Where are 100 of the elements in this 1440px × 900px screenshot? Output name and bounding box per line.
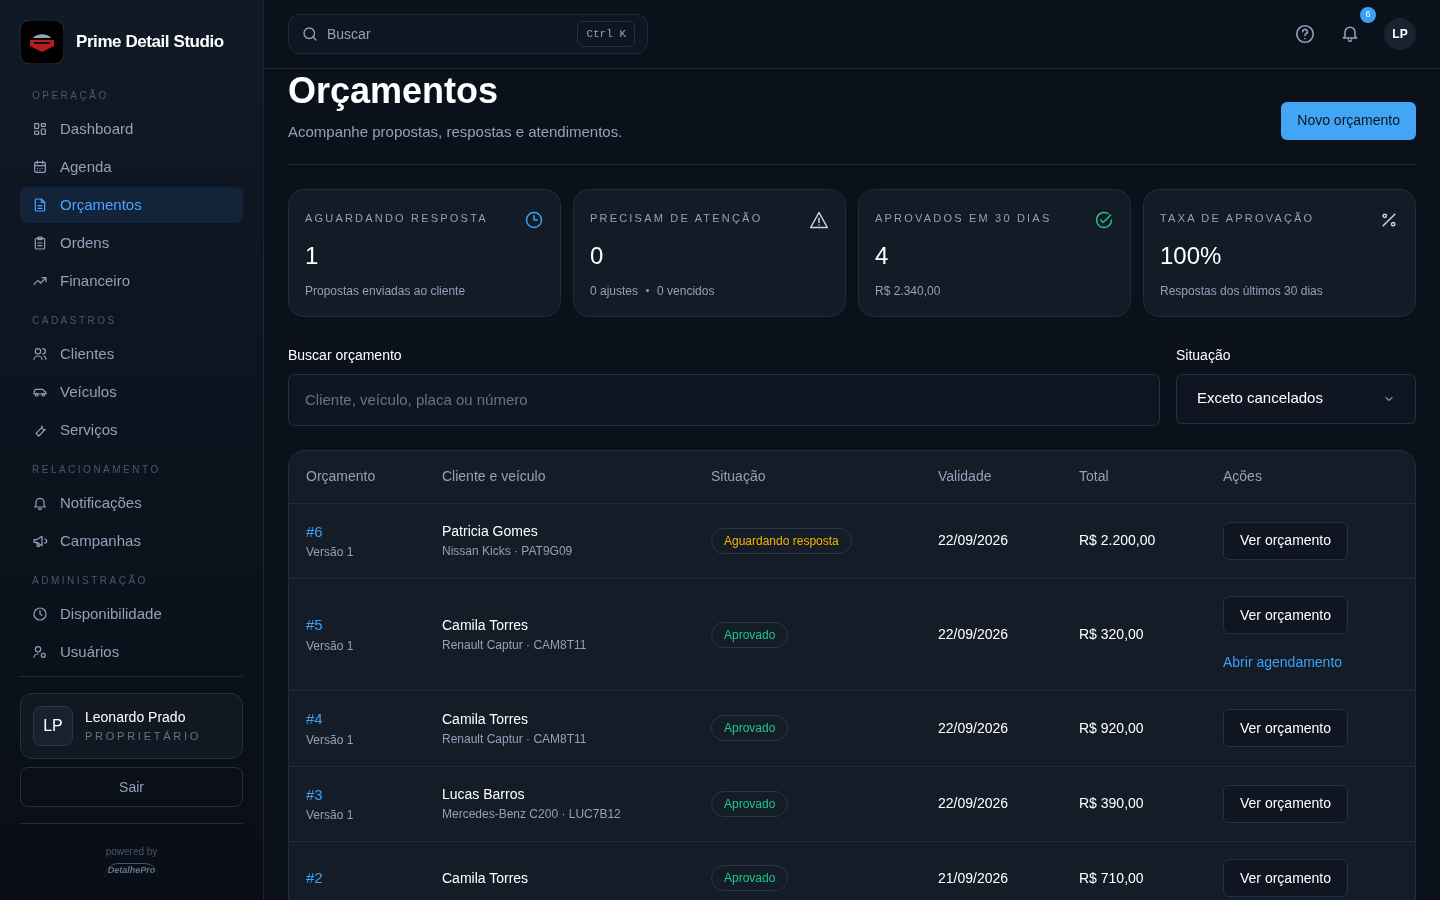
nav-item[interactable]: Disponibilidade	[20, 596, 243, 632]
logo-icon	[20, 20, 64, 64]
vehicle-info: Renault Captur · CAM8T11	[442, 730, 588, 748]
validity-date: 22/09/2026	[938, 625, 1010, 644]
user-name: Leonardo Prado	[85, 708, 187, 728]
stat-note: R$ 2.340,00	[875, 282, 941, 300]
help-button[interactable]	[1294, 23, 1316, 45]
page-title: Orçamentos	[288, 73, 500, 109]
quote-number-link[interactable]: #3	[306, 783, 442, 806]
quote-total: R$ 390,00	[1079, 794, 1145, 814]
page-subtitle: Acompanhe propostas, respostas e atendimentos.	[288, 122, 623, 142]
calendar-icon	[32, 159, 48, 175]
quote-version: Versão 1	[306, 807, 355, 824]
megaphone-icon	[32, 533, 48, 549]
section-heading: ADMINISTRAÇÃO	[31, 573, 149, 588]
quote-number-link[interactable]: #6	[306, 520, 442, 543]
nav-item[interactable]: Usuários	[20, 634, 243, 670]
quote-version: Versão 1	[306, 731, 355, 749]
validity-date: 22/09/2026	[938, 718, 1010, 738]
user-role: PROPRIETÁRIO	[85, 729, 202, 745]
shortcut-key: Ctrl K	[577, 20, 635, 48]
view-quote-button[interactable]: Ver orçamento	[1223, 521, 1349, 560]
stat-note: 0 vencidos	[657, 282, 715, 300]
stat-label: TAXA DE APROVAÇÃO	[1160, 210, 1315, 226]
client-name: Lucas Barros	[442, 785, 526, 805]
nav-item[interactable]: Notificações	[20, 485, 243, 521]
warning-icon	[809, 209, 829, 230]
vehicle-info: Mercedes-Benz C200 · LUC7B12	[442, 806, 622, 824]
notification-count: 6	[1360, 6, 1376, 23]
view-quote-button[interactable]: Ver orçamento	[1223, 859, 1349, 897]
column-header: Orçamento	[306, 467, 377, 486]
column-header: Situação	[711, 467, 767, 486]
stat-value: 0	[590, 240, 605, 271]
quote-number-link[interactable]: #2	[306, 866, 442, 890]
vehicle-info: Renault Captur · CAM8T11	[442, 637, 588, 654]
clock-icon	[32, 606, 48, 622]
search-field[interactable]: Buscar Ctrl K	[288, 14, 648, 54]
section-heading: OPERAÇÃO	[31, 88, 110, 103]
check-circle-icon	[1094, 209, 1114, 230]
clock-icon	[524, 209, 544, 230]
view-quote-button[interactable]: Ver orçamento	[1223, 784, 1349, 823]
field-label: Buscar orçamento	[288, 345, 403, 365]
validity-date: 22/09/2026	[938, 794, 1010, 814]
stat-note: 0 ajustes	[590, 282, 639, 300]
stat-note: Respostas dos últimos 30 dias	[1160, 282, 1323, 300]
quote-total: R$ 320,00	[1079, 625, 1145, 644]
quote-version: Versão 1	[306, 637, 355, 655]
validity-date: 22/09/2026	[938, 531, 1010, 551]
brand-name: Prime Detail Studio	[76, 31, 224, 54]
column-header: Total	[1079, 467, 1110, 486]
new-quote-button[interactable]: Novo orçamento	[1281, 101, 1416, 140]
stat-label: PRECISAM DE ATENÇÃO	[590, 210, 763, 226]
quote-number-link[interactable]: #4	[306, 708, 442, 731]
column-header: Ações	[1223, 467, 1263, 486]
avatar-button[interactable]: LP	[1384, 18, 1416, 50]
stat-label: APROVADOS EM 30 DIAS	[875, 210, 1052, 226]
logout-button[interactable]: Sair	[20, 767, 243, 807]
partner-logo: DetalhePro	[103, 863, 160, 878]
nav-item[interactable]: Veículos	[20, 374, 243, 410]
view-quote-button[interactable]: Ver orçamento	[1223, 596, 1349, 634]
document-icon	[32, 197, 48, 213]
vehicle-info: Nissan Kicks · PAT9G09	[442, 543, 574, 561]
validity-date: 21/09/2026	[938, 868, 1010, 888]
client-name: Camila Torres	[442, 616, 530, 635]
clipboard-icon	[32, 235, 48, 251]
schedule-link[interactable]: Abrir agendamento	[1223, 652, 1343, 673]
stat-value: 100%	[1160, 240, 1223, 271]
column-header: Cliente e veículo	[442, 467, 547, 486]
quote-total: R$ 710,00	[1079, 868, 1145, 888]
client-name: Camila Torres	[442, 709, 530, 729]
quote-total: R$ 2.200,00	[1079, 531, 1157, 551]
stat-value: 4	[875, 240, 890, 271]
bell-icon	[32, 495, 48, 511]
powered-by-text: powered by	[105, 845, 158, 859]
grid-icon	[32, 121, 48, 137]
quote-total: R$ 920,00	[1079, 718, 1145, 738]
field-label: Situação	[1176, 345, 1232, 365]
nav-item[interactable]: Financeiro	[20, 263, 243, 299]
users-icon	[32, 346, 48, 362]
status-select[interactable]: Exceto cancelados	[1176, 373, 1416, 424]
nav-item[interactable]: Dashboard	[20, 111, 243, 147]
nav-item[interactable]: Orçamentos	[20, 187, 243, 223]
nav-item[interactable]: Serviços	[20, 412, 243, 448]
section-heading: RELACIONAMENTO	[31, 463, 162, 477]
nav-item[interactable]: Ordens	[20, 225, 243, 261]
nav-item[interactable]: Agenda	[20, 149, 243, 185]
stat-label: AGUARDANDO RESPOSTA	[305, 210, 488, 226]
user-gear-icon	[32, 644, 48, 660]
column-header: Validade	[938, 467, 993, 486]
stat-value: 1	[305, 240, 320, 271]
view-quote-button[interactable]: Ver orçamento	[1223, 709, 1349, 748]
help-icon	[1294, 23, 1316, 45]
client-name: Patricia Gomes	[442, 522, 539, 542]
quote-number-link[interactable]: #5	[306, 614, 442, 637]
section-heading: CADASTROS	[31, 314, 118, 328]
quote-search-field[interactable]: Cliente, veículo, placa ou número	[288, 373, 1160, 426]
quote-version: Versão 1	[306, 544, 355, 561]
nav-item[interactable]: Campanhas	[20, 523, 243, 559]
nav-item[interactable]: Clientes	[20, 336, 243, 372]
user-avatar: LP	[33, 706, 73, 746]
